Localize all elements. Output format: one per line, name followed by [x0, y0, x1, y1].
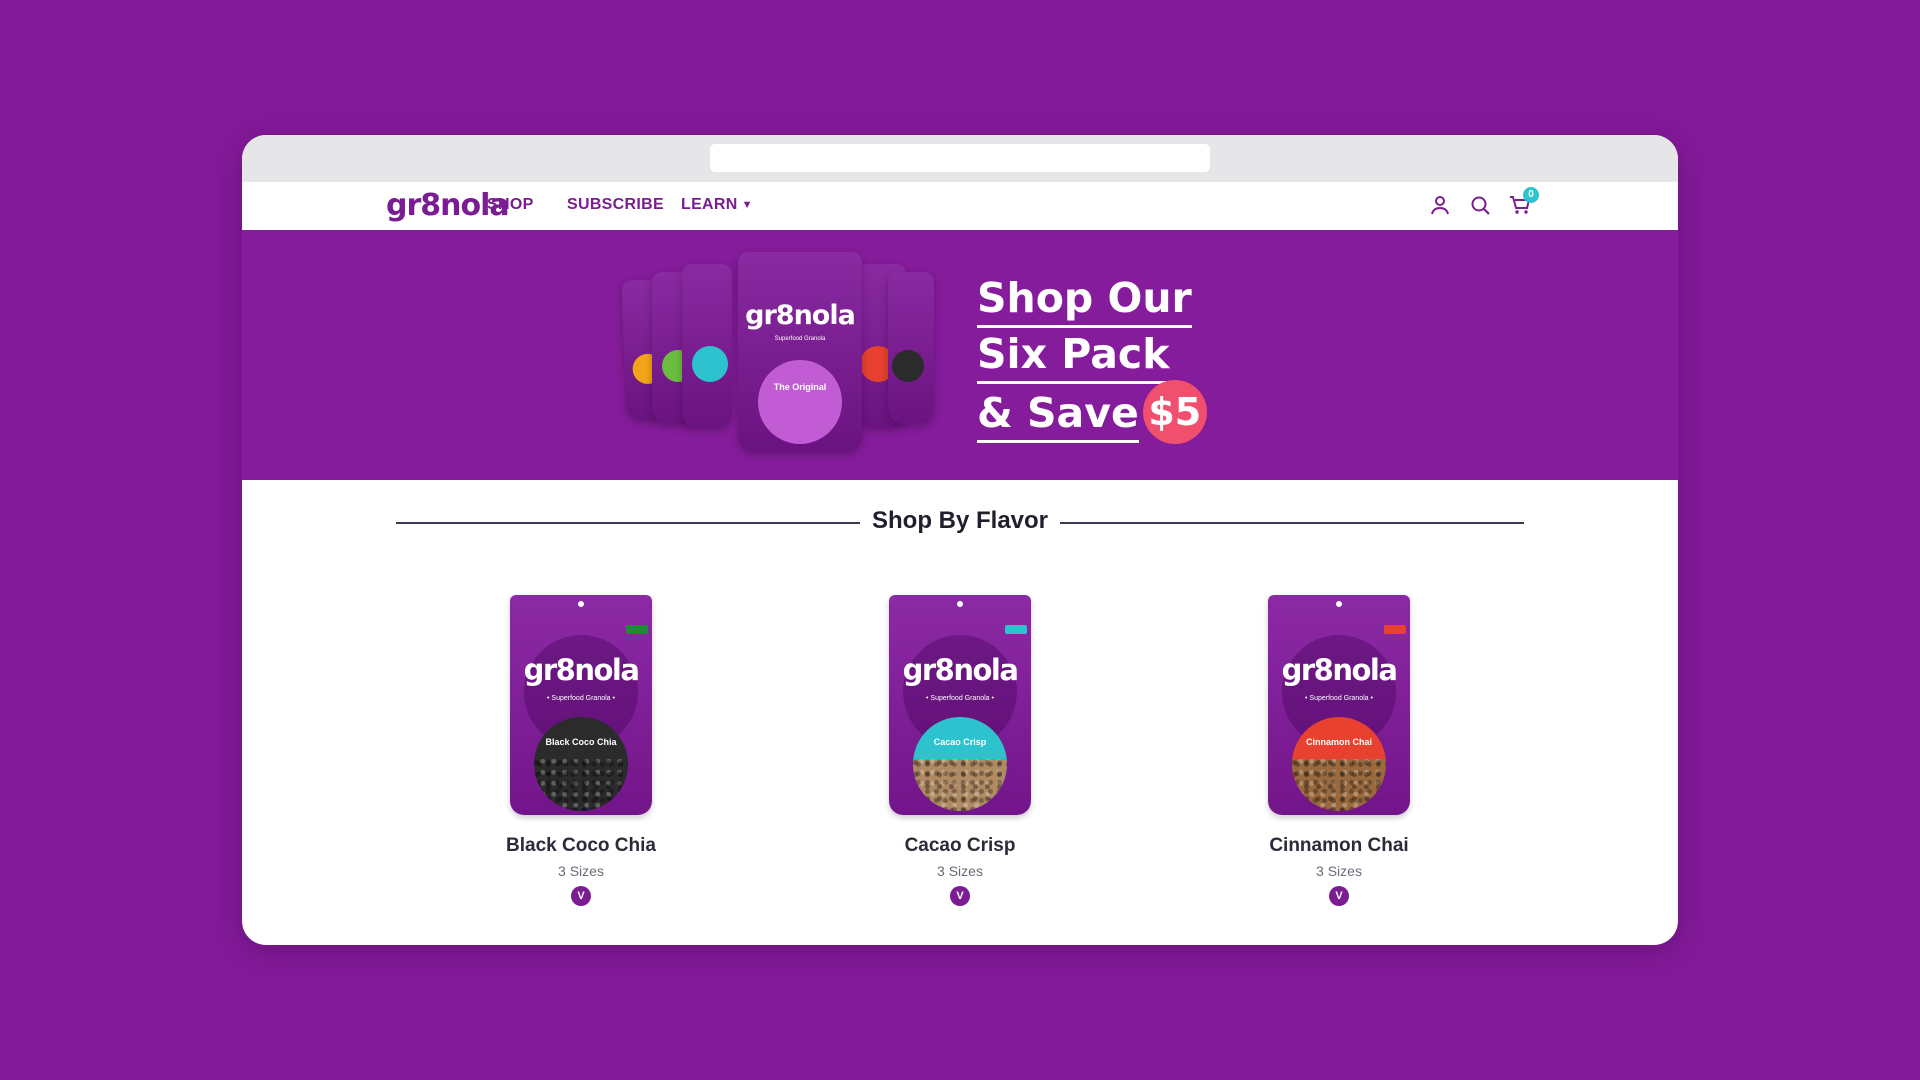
- hero-line-1: Shop Our: [977, 272, 1192, 328]
- product-name[interactable]: Cinnamon Chai: [1229, 835, 1449, 857]
- cart-count-badge: 0: [1523, 187, 1539, 203]
- vegan-badge: V: [950, 886, 970, 906]
- pack-front: gr8nola Superfood Granola The Original: [738, 252, 862, 452]
- nav-learn-label: LEARN: [681, 196, 738, 213]
- bag-hole: [957, 601, 963, 607]
- hero-line-3: & Save: [977, 387, 1139, 443]
- bag-disc: Cinnamon Chai: [1292, 717, 1386, 811]
- bag-hole: [578, 601, 584, 607]
- vegan-badge: V: [571, 886, 591, 906]
- bag-disc: Black Coco Chia: [534, 717, 628, 811]
- section-header: Shop By Flavor: [396, 507, 1524, 537]
- cart-icon[interactable]: 0: [1509, 187, 1539, 216]
- bag-tag: [1384, 625, 1406, 634]
- granola-texture: [1292, 759, 1386, 811]
- pack-back-5: [888, 272, 934, 424]
- browser-window: gr8nola SHOP SUBSCRIBE LEARN ▼ 0 gr8nola…: [242, 135, 1678, 945]
- product-sizes: 3 Sizes: [1316, 863, 1362, 879]
- product-card[interactable]: gr8nola • Superfood Granola • Cacao Cris…: [850, 595, 1070, 906]
- bag-brand: gr8nola: [902, 653, 1019, 687]
- address-bar[interactable]: [710, 144, 1210, 172]
- pack-sub: Superfood Granola: [774, 336, 826, 342]
- product-image[interactable]: gr8nola • Superfood Granola • Cacao Cris…: [889, 595, 1031, 815]
- product-name[interactable]: Black Coco Chia: [471, 835, 691, 857]
- product-name[interactable]: Cacao Crisp: [850, 835, 1070, 857]
- nav-learn[interactable]: LEARN ▼: [681, 196, 753, 214]
- site-header: gr8nola SHOP SUBSCRIBE LEARN ▼ 0: [242, 182, 1678, 230]
- bag-brand: gr8nola: [1281, 653, 1398, 687]
- nav-subscribe[interactable]: SUBSCRIBE: [567, 196, 664, 214]
- bag-sub: • Superfood Granola •: [547, 695, 615, 702]
- bag-label: Cinnamon Chai: [1305, 737, 1372, 747]
- browser-chrome: [242, 135, 1678, 182]
- bag-label: Black Coco Chia: [545, 737, 617, 747]
- nav-shop[interactable]: SHOP: [487, 196, 534, 214]
- chevron-down-icon: ▼: [741, 199, 753, 211]
- granola-texture: [534, 759, 628, 811]
- product-image[interactable]: gr8nola • Superfood Granola • Black Coco…: [510, 595, 652, 815]
- pack-disc: The Original: [758, 360, 842, 444]
- search-icon[interactable]: [1469, 194, 1491, 216]
- pack-back-3: [682, 264, 732, 428]
- section-title: Shop By Flavor: [871, 507, 1049, 534]
- pack-label: The Original: [773, 382, 827, 392]
- granola-texture: [913, 759, 1007, 811]
- bag-sub: • Superfood Granola •: [926, 695, 994, 702]
- product-card[interactable]: gr8nola • Superfood Granola • Cinnamon C…: [1229, 595, 1449, 906]
- hero-headline: Shop Our Six Pack & Save $5: [977, 272, 1207, 448]
- vegan-badge: V: [1329, 886, 1349, 906]
- bag-label: Cacao Crisp: [933, 737, 987, 747]
- bag-brand: gr8nola: [523, 653, 640, 687]
- bag-disc: Cacao Crisp: [913, 717, 1007, 811]
- bag-sub: • Superfood Granola •: [1305, 695, 1373, 702]
- hero-discount-badge: $5: [1142, 380, 1207, 444]
- bag-hole: [1336, 601, 1342, 607]
- account-icon[interactable]: [1429, 194, 1451, 216]
- hero-line-2: Six Pack: [977, 328, 1170, 384]
- bag-tag: [1005, 625, 1027, 634]
- product-sizes: 3 Sizes: [558, 863, 604, 879]
- bag-tag: [626, 625, 648, 634]
- hero-banner[interactable]: gr8nola Superfood Granola The Original S…: [242, 230, 1678, 480]
- product-sizes: 3 Sizes: [937, 863, 983, 879]
- pack-brand: gr8nola: [745, 300, 856, 331]
- product-image[interactable]: gr8nola • Superfood Granola • Cinnamon C…: [1268, 595, 1410, 815]
- product-card[interactable]: gr8nola • Superfood Granola • Black Coco…: [471, 595, 691, 906]
- six-pack-image: gr8nola Superfood Granola The Original: [621, 252, 964, 472]
